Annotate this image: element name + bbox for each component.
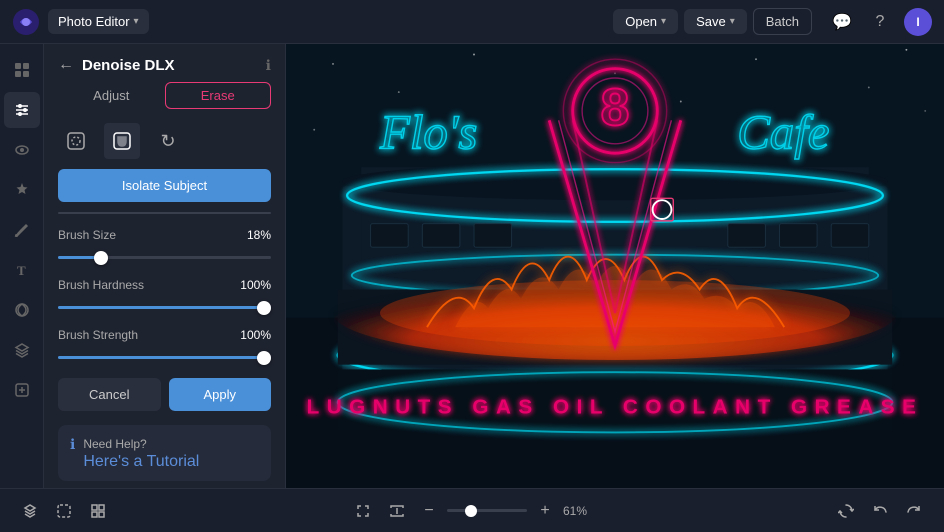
open-label: Open	[625, 14, 657, 29]
zoom-value-label: 61%	[563, 504, 595, 518]
zoom-controls: − + 61%	[349, 497, 595, 525]
tool-mask-icon-button[interactable]	[104, 123, 140, 159]
help-circle-icon: ℹ	[70, 436, 75, 453]
layers-icon-button[interactable]	[16, 497, 44, 525]
svg-text:LUGNUTS GAS OIL COOLANT GREASE: LUGNUTS GAS OIL COOLANT GREASE	[307, 396, 924, 419]
brush-strength-value: 100%	[240, 328, 271, 342]
batch-label: Batch	[766, 14, 799, 29]
help-tutorial-link[interactable]: Here's a Tutorial	[83, 453, 199, 470]
app-chevron-icon: ▾	[134, 16, 139, 27]
keep-button[interactable]: Keep	[168, 213, 271, 214]
brush-hardness-row: Brush Hardness 100%	[58, 278, 271, 314]
chat-icon-button[interactable]: 💬	[828, 8, 856, 36]
tool-icons-row: ↻	[44, 119, 285, 169]
main-area: T ← Denoise DLX ℹ Adjust Erase	[0, 44, 944, 488]
info-button[interactable]: ℹ	[266, 57, 271, 74]
iconbar-eye-button[interactable]	[4, 132, 40, 168]
brush-strength-label-row: Brush Strength 100%	[58, 328, 271, 342]
fit-screen-button[interactable]	[349, 497, 377, 525]
bottom-bar: − + 61%	[0, 488, 944, 532]
tab-erase[interactable]: Erase	[165, 82, 272, 109]
open-chevron-icon: ▾	[661, 16, 666, 27]
tab-adjust[interactable]: Adjust	[58, 82, 165, 109]
iconbar-adjust-button[interactable]	[4, 92, 40, 128]
grid-icon-button[interactable]	[84, 497, 112, 525]
iconbar-text-button[interactable]: T	[4, 252, 40, 288]
panel-tabs: Adjust Erase	[58, 82, 271, 109]
svg-text:Cafe: Cafe	[737, 105, 829, 160]
brush-hardness-value: 100%	[240, 278, 271, 292]
brush-size-row: Brush Size 18%	[58, 228, 271, 264]
iconbar-export-button[interactable]	[4, 372, 40, 408]
apply-button[interactable]: Apply	[169, 378, 272, 411]
avatar-initial: I	[916, 15, 919, 29]
svg-text:Flo's: Flo's	[379, 105, 477, 160]
transform-icon-button[interactable]	[832, 497, 860, 525]
sliders-section: Brush Size 18% Brush Hardness 100% Brush…	[44, 228, 285, 378]
app-logo	[12, 8, 40, 36]
topbar: Photo Editor ▾ Open ▾ Save ▾ Batch 💬 ? I	[0, 0, 944, 44]
fit-width-button[interactable]	[383, 497, 411, 525]
batch-button[interactable]: Batch	[753, 8, 812, 35]
brush-size-value: 18%	[247, 228, 271, 242]
help-icon-button[interactable]: ?	[866, 8, 894, 36]
panel-header: ← Denoise DLX ℹ	[44, 44, 285, 82]
redo-button[interactable]	[900, 497, 928, 525]
apply-label: Apply	[203, 387, 236, 402]
brush-hardness-label-row: Brush Hardness 100%	[58, 278, 271, 292]
iconbar-home-button[interactable]	[4, 52, 40, 88]
brush-size-slider[interactable]	[58, 256, 271, 259]
iconbar-layers-button[interactable]	[4, 332, 40, 368]
topbar-icon-group: 💬 ? I	[828, 8, 932, 36]
brush-hardness-label: Brush Hardness	[58, 278, 144, 292]
zoom-slider[interactable]	[447, 509, 527, 512]
cancel-button[interactable]: Cancel	[58, 378, 161, 411]
svg-text:T: T	[17, 263, 26, 278]
brush-strength-slider[interactable]	[58, 356, 271, 359]
selection-icon-button[interactable]	[50, 497, 78, 525]
brush-strength-row: Brush Strength 100%	[58, 328, 271, 364]
panel-title: Denoise DLX	[82, 57, 258, 74]
save-chevron-icon: ▾	[730, 16, 735, 27]
isolate-subject-button[interactable]: Isolate Subject	[58, 169, 271, 202]
tool-reset-icon-button[interactable]: ↻	[150, 123, 186, 159]
iconbar-magic-button[interactable]	[4, 172, 40, 208]
icon-bar: T	[0, 44, 44, 488]
cancel-label: Cancel	[89, 387, 129, 402]
svg-text:8: 8	[601, 78, 630, 136]
side-panel: ← Denoise DLX ℹ Adjust Erase ↻ Isolate	[44, 44, 286, 488]
save-button[interactable]: Save ▾	[684, 9, 747, 34]
brush-hardness-slider[interactable]	[58, 306, 271, 309]
bottom-right-tools	[832, 497, 928, 525]
tab-adjust-label: Adjust	[93, 88, 129, 103]
app-name-label: Photo Editor	[58, 14, 130, 29]
zoom-out-button[interactable]: −	[417, 499, 441, 523]
help-text-block: Need Help? Here's a Tutorial	[83, 435, 199, 471]
isolate-subject-label: Isolate Subject	[122, 178, 207, 193]
iconbar-brush-button[interactable]	[4, 212, 40, 248]
brush-size-label-row: Brush Size 18%	[58, 228, 271, 242]
topbar-actions: Open ▾ Save ▾ Batch	[613, 8, 812, 35]
zoom-in-button[interactable]: +	[533, 499, 557, 523]
action-row: Cancel Apply	[58, 378, 271, 411]
help-need-help: Need Help?	[83, 435, 199, 453]
bottom-left-tools	[16, 497, 112, 525]
open-button[interactable]: Open ▾	[613, 9, 678, 34]
app-name-button[interactable]: Photo Editor ▾	[48, 9, 149, 34]
brush-size-label: Brush Size	[58, 228, 116, 242]
iconbar-effects-button[interactable]	[4, 292, 40, 328]
user-avatar[interactable]: I	[904, 8, 932, 36]
remove-keep-group: Remove Keep	[58, 212, 271, 214]
save-label: Save	[696, 14, 726, 29]
back-button[interactable]: ←	[58, 56, 74, 74]
brush-strength-label: Brush Strength	[58, 328, 138, 342]
tool-brush-icon-button[interactable]	[58, 123, 94, 159]
tab-erase-label: Erase	[201, 88, 235, 103]
canvas-area[interactable]: 8 Flo's Cafe LUGNUTS GAS OIL COOLANT GRE…	[286, 44, 944, 488]
undo-button[interactable]	[866, 497, 894, 525]
help-section: ℹ Need Help? Here's a Tutorial	[58, 425, 271, 481]
